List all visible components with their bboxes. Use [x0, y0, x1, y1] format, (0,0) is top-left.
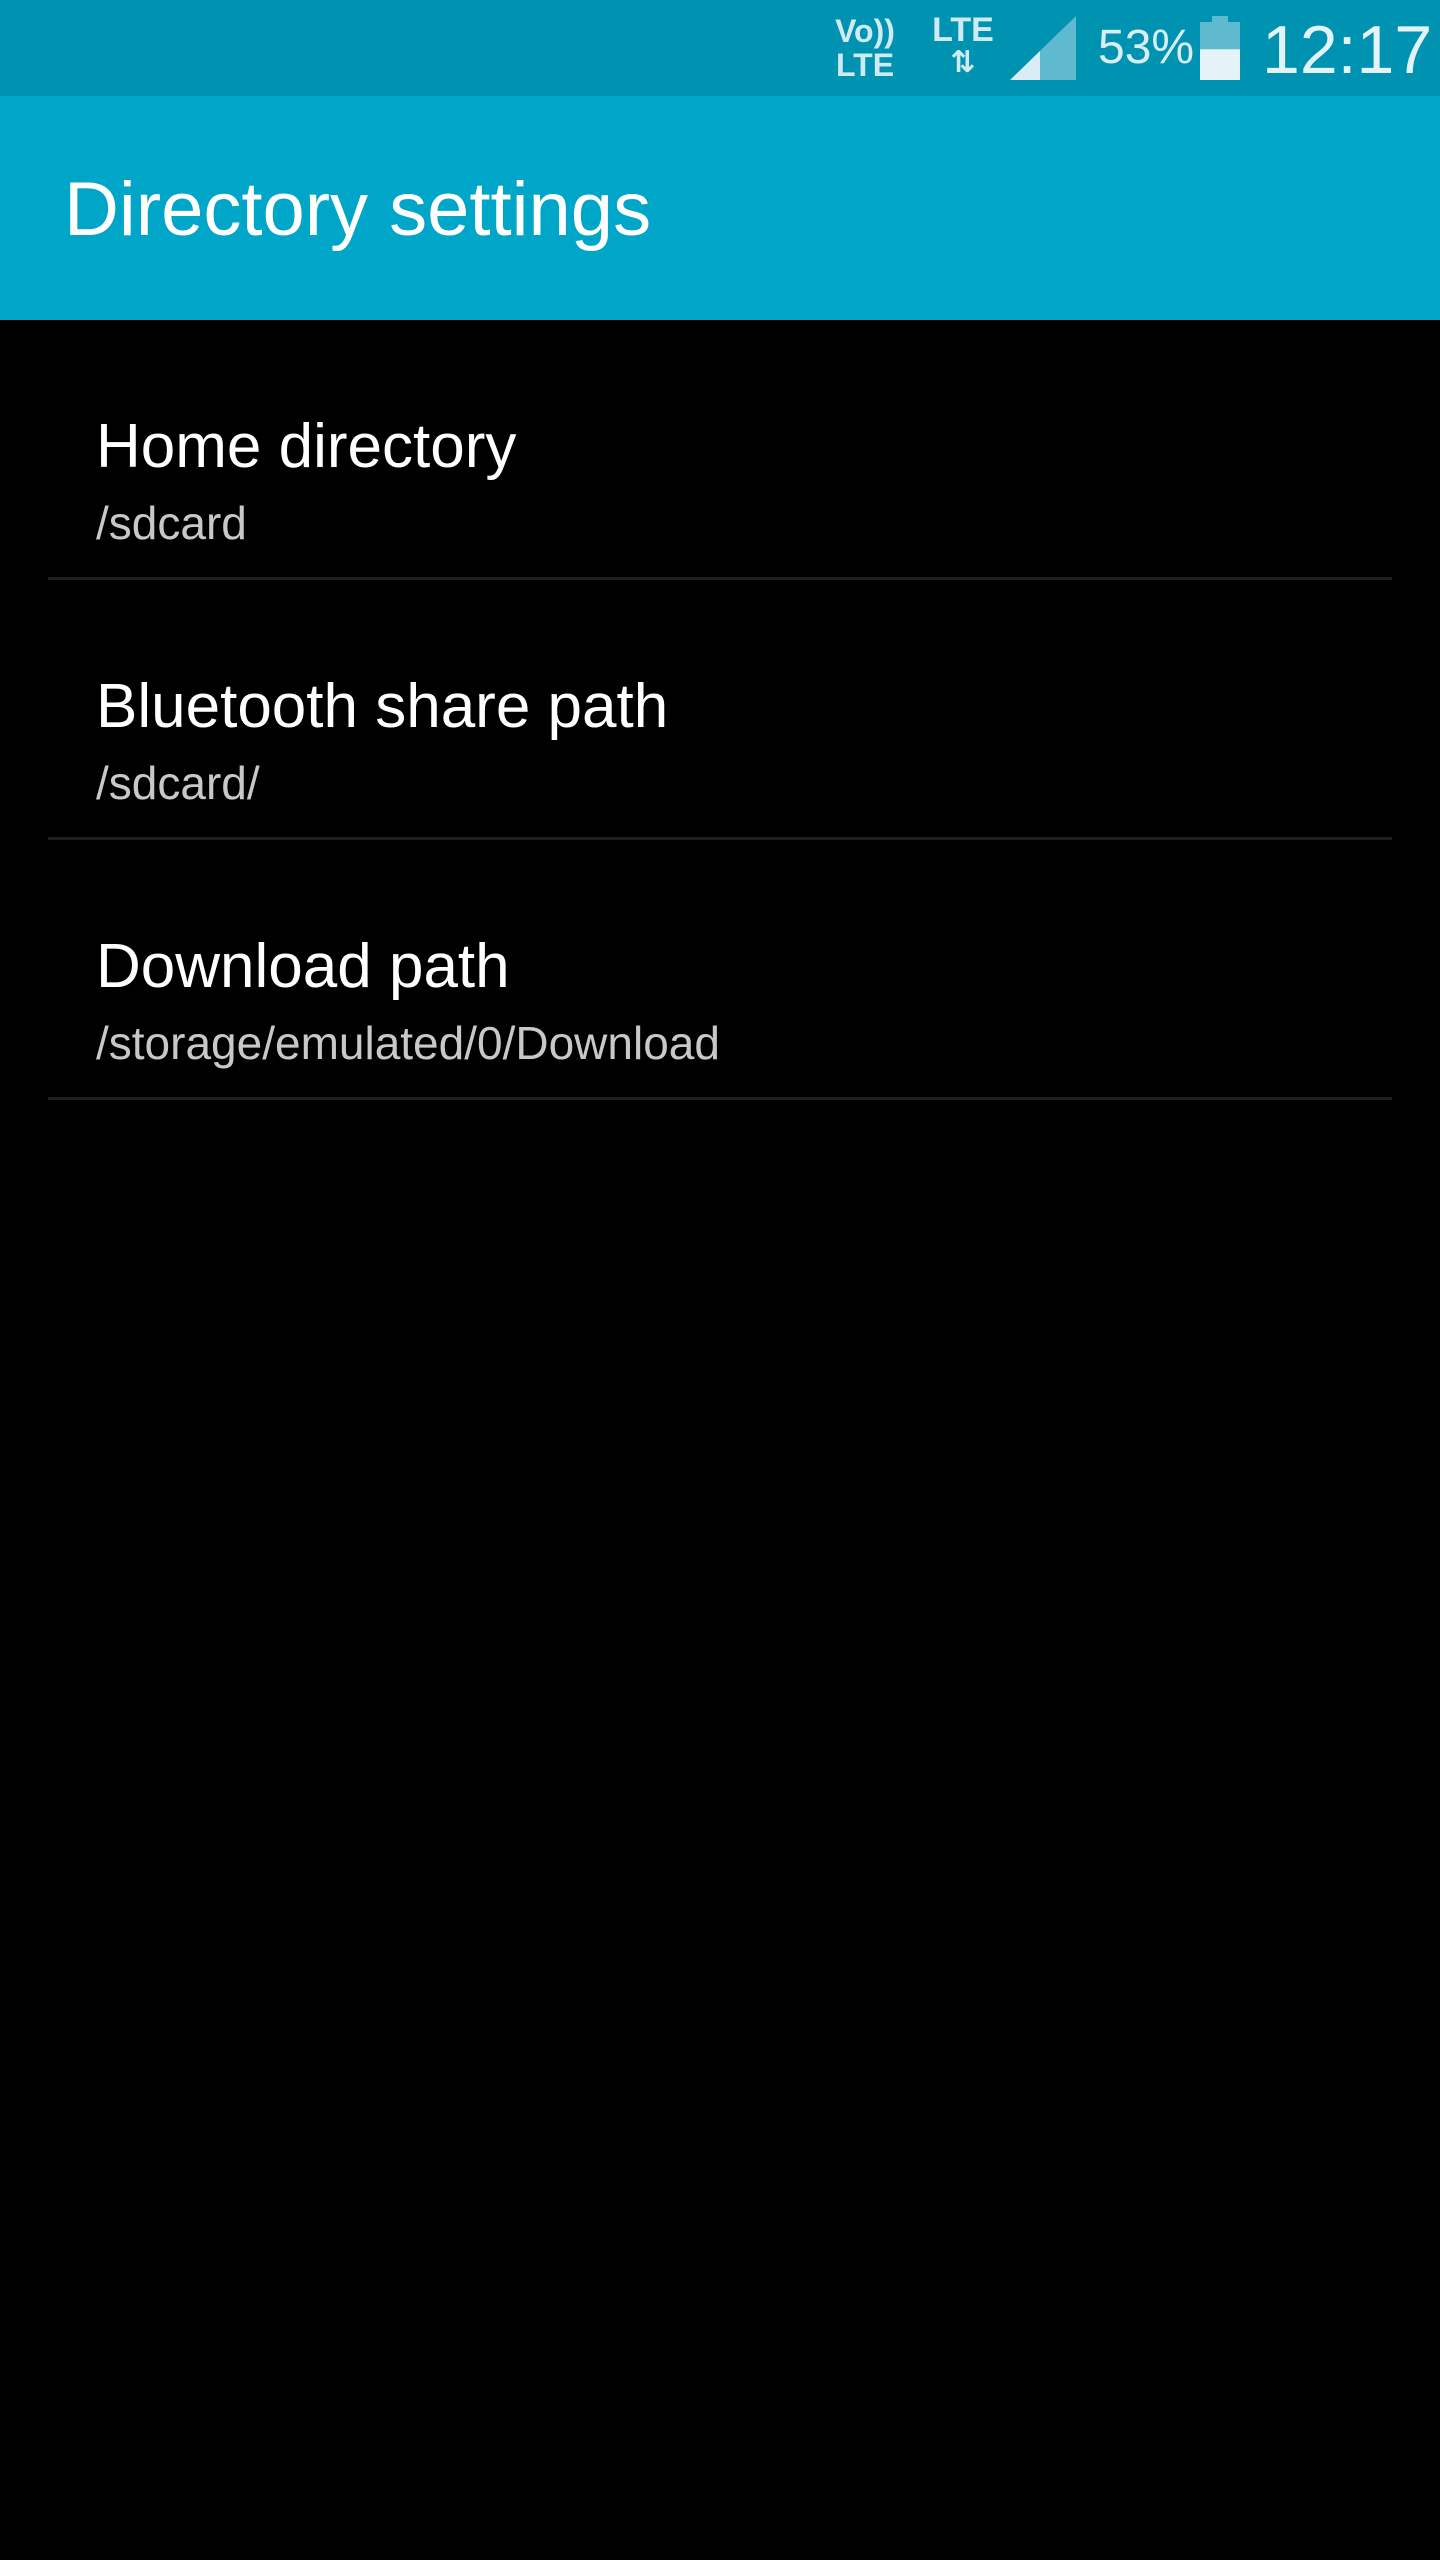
volte-top-label: Vo)) [835, 13, 895, 49]
setting-summary: /sdcard/ [96, 757, 260, 809]
status-bar: Vo)) LTE LTE ⇅ 53% 12:17 [0, 0, 1440, 96]
app-bar: Directory settings [0, 96, 1440, 320]
setting-download-path[interactable]: Download path /storage/emulated/0/Downlo… [48, 840, 1392, 1100]
data-activity-icon: ⇅ [950, 46, 976, 79]
setting-summary: /storage/emulated/0/Download [96, 1017, 720, 1069]
settings-list: Home directory /sdcard Bluetooth share p… [48, 320, 1392, 1100]
lte-indicator: LTE ⇅ [928, 12, 998, 78]
battery-percent: 53% [1098, 21, 1195, 74]
page-title: Directory settings [64, 167, 652, 252]
volte-indicator: Vo)) LTE [832, 14, 898, 82]
setting-title: Bluetooth share path [96, 672, 669, 741]
setting-title: Home directory [96, 412, 517, 481]
setting-title: Download path [96, 932, 510, 1001]
lte-label: LTE [932, 11, 994, 49]
setting-home-directory[interactable]: Home directory /sdcard [48, 320, 1392, 580]
signal-strength-icon [1010, 16, 1076, 80]
clock: 12:17 [1262, 12, 1433, 88]
battery-icon [1200, 16, 1240, 80]
setting-summary: /sdcard [96, 497, 247, 549]
volte-bottom-label: LTE [835, 47, 895, 83]
setting-bluetooth-share-path[interactable]: Bluetooth share path /sdcard/ [48, 580, 1392, 840]
